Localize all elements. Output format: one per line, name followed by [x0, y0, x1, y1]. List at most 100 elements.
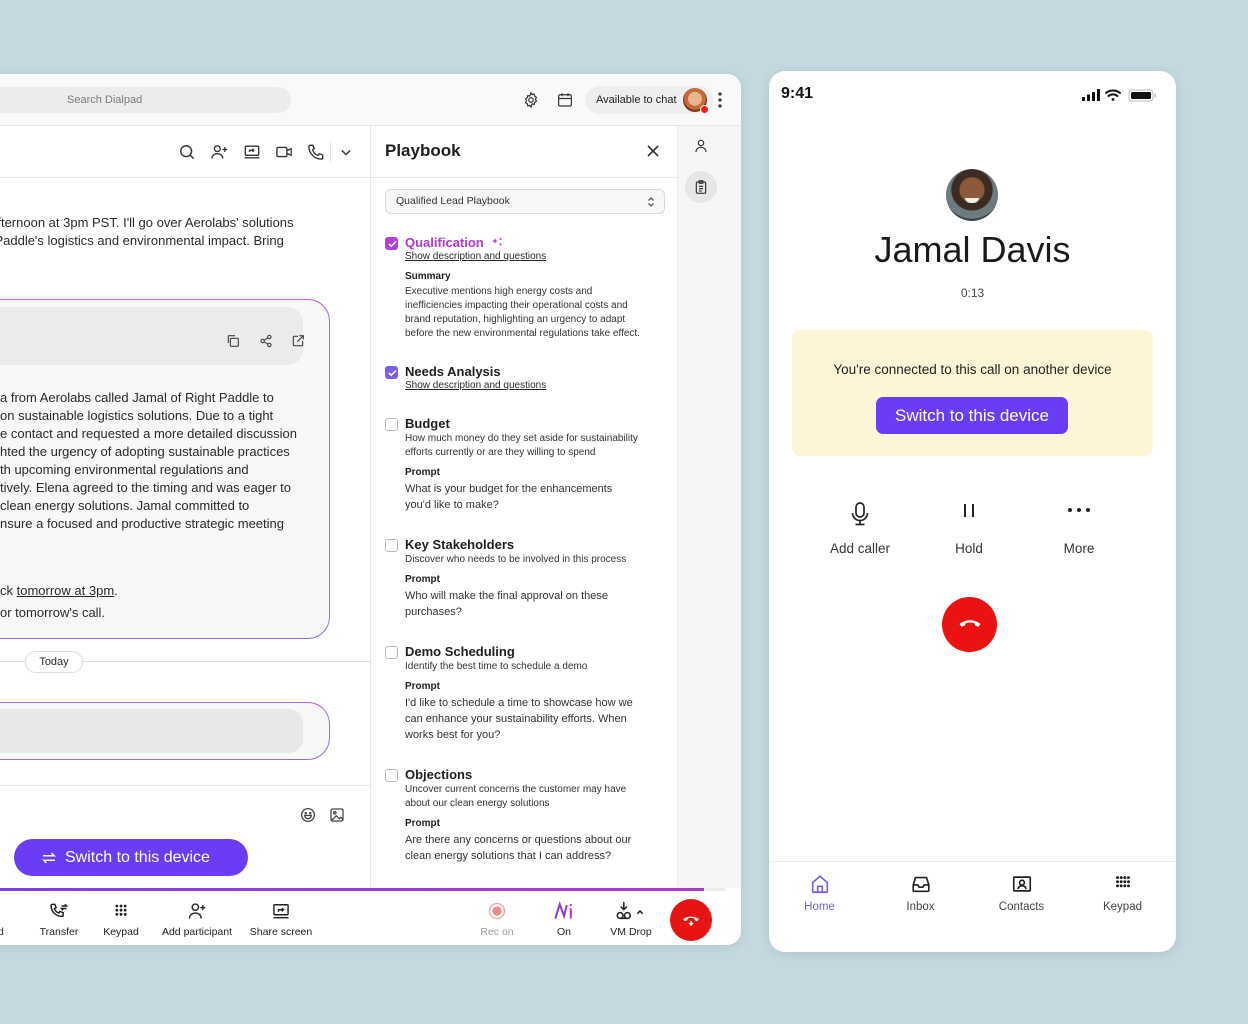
search-input[interactable]: Search Dialpad: [0, 87, 291, 113]
hang-up-button[interactable]: [670, 899, 712, 941]
user-avatar[interactable]: [683, 88, 709, 114]
inbox-icon: [911, 876, 930, 893]
more-options-icon[interactable]: [717, 91, 723, 109]
header-divider: [330, 142, 331, 162]
nav-label: Contacts: [998, 901, 1045, 913]
prompt-label: Prompt: [405, 467, 440, 478]
share-screen-icon: [273, 904, 289, 919]
record-button[interactable]: Rec on: [478, 901, 516, 938]
needs-analysis-checkbox[interactable]: [385, 366, 398, 379]
summary-line: on sustainable logistics solutions. Due …: [0, 408, 274, 423]
item-description-line: Uncover current concerns the customer ma…: [405, 784, 627, 795]
demo-scheduling-checkbox[interactable]: [385, 646, 398, 659]
calendar-icon[interactable]: [556, 91, 574, 109]
toolbar-label: Share screen: [249, 926, 313, 938]
transfer-call-icon: [50, 903, 69, 918]
prompt-line: Are there any concerns or questions abou…: [405, 834, 632, 846]
share-screen-button[interactable]: Share screen: [248, 901, 314, 938]
call-toolbar: d Transfer Keypad Add participant Share …: [0, 891, 741, 945]
playbook-header: Playbook: [371, 126, 677, 178]
share-screen-icon[interactable]: [242, 142, 262, 162]
ai-message-card: [0, 702, 330, 760]
close-icon[interactable]: [646, 144, 660, 158]
show-description-link[interactable]: Show description and questions: [405, 251, 546, 262]
top-bar: Search Dialpad Available to chat: [0, 74, 741, 126]
hang-up-button[interactable]: [942, 597, 997, 652]
transfer-button[interactable]: Transfer: [34, 901, 84, 938]
prompt-line: What is your budget for the enhancements: [405, 483, 613, 495]
home-icon: [811, 875, 828, 894]
followup-line: ck tomorrow at 3pm.: [0, 582, 118, 600]
playbook-item-title: Needs Analysis: [405, 364, 501, 379]
right-rail: [677, 126, 741, 888]
toolbar-label: Rec on: [480, 926, 514, 938]
nav-contacts[interactable]: Contacts: [971, 873, 1072, 913]
vm-drop-button[interactable]: VM Drop: [607, 901, 655, 938]
nav-inbox[interactable]: Inbox: [870, 873, 971, 913]
item-description-line: Discover who needs to be involved in thi…: [405, 554, 627, 565]
add-person-icon[interactable]: [209, 142, 229, 162]
summary-line: clean energy solutions. Jamal committed …: [0, 498, 250, 513]
copy-icon[interactable]: [225, 333, 241, 349]
contact-info-button[interactable]: [685, 130, 717, 162]
followup-line-2: or tomorrow's call.: [0, 605, 106, 620]
microphone-icon: [851, 502, 869, 526]
presence-dot: [700, 105, 709, 114]
nav-label: Inbox: [906, 901, 935, 913]
ai-sparkle-icon: [492, 238, 502, 246]
settings-gear-icon[interactable]: [522, 91, 540, 109]
record-icon: [488, 902, 506, 920]
emoji-icon[interactable]: [299, 806, 317, 824]
qualification-checkbox[interactable]: [385, 237, 398, 250]
key-stakeholders-checkbox[interactable]: [385, 539, 398, 552]
objections-checkbox[interactable]: [385, 769, 398, 782]
add-participant-button[interactable]: Add participant: [158, 901, 236, 938]
more-button[interactable]: More: [1024, 501, 1134, 556]
mobile-phone-screen: 9:41 Jamal Davis 0:13 You're connected t…: [769, 71, 1176, 952]
keypad-button[interactable]: Keypad: [100, 901, 142, 938]
nav-label: Home: [804, 901, 835, 913]
ai-logo-icon: [554, 901, 572, 920]
switch-device-button[interactable]: Switch to this device: [876, 397, 1068, 434]
phone-icon[interactable]: [306, 142, 326, 162]
toolbar-label: VM Drop: [610, 926, 652, 938]
ai-summary-card: a from Aerolabs called Jamal of Right Pa…: [0, 299, 330, 639]
prompt-line: I'd like to schedule a time to showcase …: [405, 697, 633, 709]
partial-icon: [0, 901, 2, 921]
summary-card-header: [0, 307, 306, 365]
show-description-link[interactable]: Show description and questions: [405, 380, 546, 391]
prompt-label: Prompt: [405, 681, 440, 692]
playbook-button[interactable]: [685, 171, 717, 203]
toolbar-label: d: [0, 926, 4, 938]
budget-checkbox[interactable]: [385, 418, 398, 431]
toolbar-item-partial[interactable]: d: [0, 901, 4, 938]
prompt-line: clean energy solutions that I can addres…: [405, 850, 612, 862]
add-caller-button[interactable]: Add caller: [805, 501, 915, 556]
video-icon[interactable]: [274, 142, 294, 162]
item-description-line: Identify the best time to schedule a dem…: [405, 661, 588, 672]
chevron-down-icon[interactable]: [336, 142, 356, 162]
search-icon[interactable]: [177, 142, 197, 162]
playbook-select-value: Qualified Lead Playbook: [396, 195, 510, 207]
followup-time-link[interactable]: tomorrow at 3pm: [17, 583, 115, 598]
playbook-item-title: Objections: [405, 767, 473, 782]
compose-divider: [0, 785, 370, 786]
toolbar-label: Add participant: [161, 926, 233, 938]
more-dots-icon: [1068, 508, 1090, 512]
hang-up-icon: [959, 620, 981, 627]
open-external-icon[interactable]: [290, 333, 306, 349]
prompt-line: Who will make the final approval on thes…: [405, 590, 608, 602]
share-icon[interactable]: [258, 333, 274, 349]
contact-name: Jamal Davis: [874, 229, 1071, 270]
nav-home[interactable]: Home: [769, 873, 870, 913]
playbook-select[interactable]: Qualified Lead Playbook: [385, 189, 665, 214]
image-icon[interactable]: [328, 806, 346, 824]
playbook-item-title: Qualification: [405, 235, 484, 250]
ai-assist-toggle[interactable]: On: [550, 901, 578, 938]
nav-keypad[interactable]: Keypad: [1072, 873, 1173, 913]
hold-button[interactable]: Hold: [914, 501, 1024, 556]
switch-device-button[interactable]: Switch to this device: [14, 839, 248, 876]
toolbar-label: On: [556, 926, 571, 938]
item-description-line: How much money do they set aside for sus…: [405, 433, 638, 444]
summary-line: nsure a focused and productive strategic…: [0, 516, 285, 531]
